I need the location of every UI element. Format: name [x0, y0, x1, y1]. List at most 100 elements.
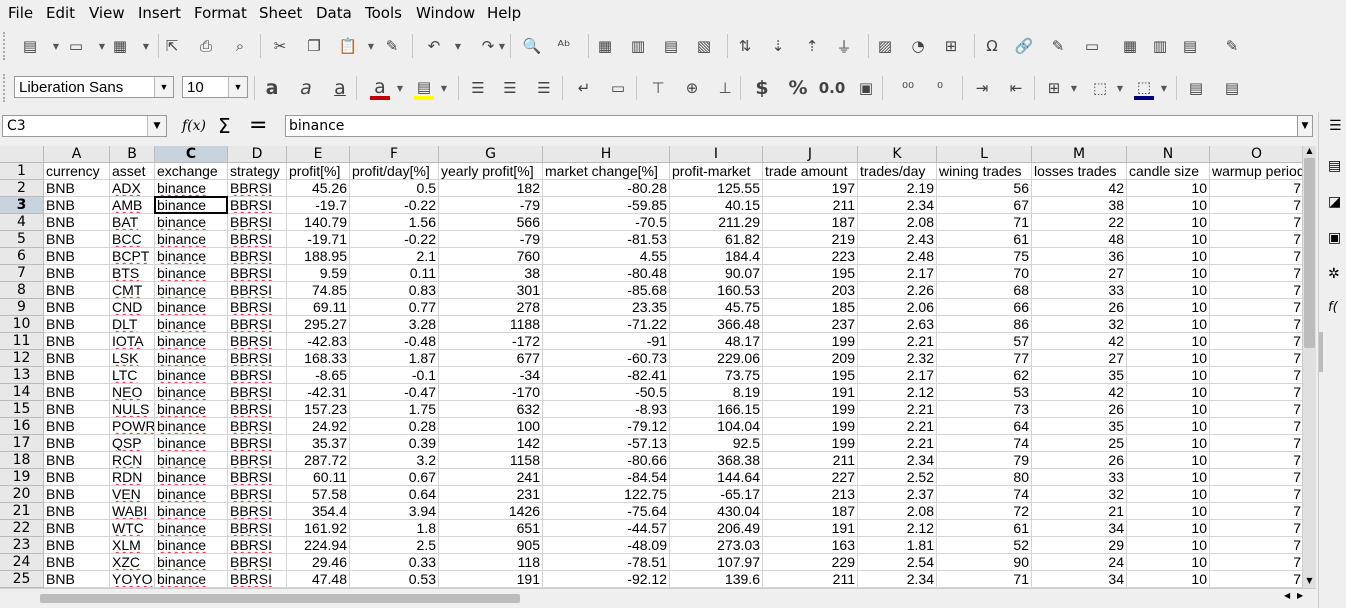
table-cell[interactable]: -79.12 [543, 418, 670, 435]
table-cell[interactable]: BNB [44, 469, 110, 486]
table-cell[interactable]: 219 [763, 231, 858, 248]
table-cell[interactable]: 10 [1127, 384, 1210, 401]
table-cell[interactable]: 2.08 [858, 214, 937, 231]
table-cell[interactable]: 368.38 [670, 452, 763, 469]
table-cell[interactable]: -92.12 [543, 571, 670, 588]
table-cell[interactable]: 56 [937, 180, 1032, 197]
table-cell[interactable]: 7 [1210, 231, 1302, 248]
table-cell[interactable]: 2.34 [858, 197, 937, 214]
table-cell[interactable]: 632 [439, 401, 543, 418]
table-cell[interactable]: BBRSI [228, 401, 287, 418]
table-cell[interactable]: BBRSI [228, 486, 287, 503]
table-cell[interactable]: BBRSI [228, 418, 287, 435]
table-cell[interactable]: 29.46 [287, 554, 350, 571]
table-cell[interactable]: -42.83 [287, 333, 350, 350]
table-cell[interactable]: 199 [763, 333, 858, 350]
table-cell[interactable]: -78.51 [543, 554, 670, 571]
table-cell[interactable]: -48.09 [543, 537, 670, 554]
table-cell[interactable]: 0.39 [350, 435, 439, 452]
table-cell[interactable]: 62 [937, 367, 1032, 384]
table-cell[interactable]: 53 [937, 384, 1032, 401]
table-cell[interactable]: WTC [110, 520, 155, 537]
highlight-color-icon[interactable]: ▤ [414, 78, 434, 100]
header-cell[interactable]: exchange [155, 163, 228, 180]
add-decimal-icon[interactable]: ⁰⁰ [898, 78, 918, 98]
highlight-chevron-down-icon[interactable]: ▼ [440, 78, 448, 98]
table-cell[interactable]: -81.53 [543, 231, 670, 248]
table-cell[interactable]: 27 [1032, 350, 1127, 367]
table-cell[interactable]: 22 [1032, 214, 1127, 231]
table-cell[interactable]: 7 [1210, 214, 1302, 231]
row-header[interactable]: 19 [0, 469, 44, 486]
table-cell[interactable]: 10 [1127, 435, 1210, 452]
table-cell[interactable]: -0.48 [350, 333, 439, 350]
table-cell[interactable]: 48.17 [670, 333, 763, 350]
table-cell[interactable]: CND [110, 299, 155, 316]
table-cell[interactable]: 10 [1127, 180, 1210, 197]
table-cell[interactable]: 760 [439, 248, 543, 265]
column-header-o[interactable]: O [1210, 146, 1302, 163]
table-cell[interactable]: BNB [44, 299, 110, 316]
header-cell[interactable]: profit[%] [287, 163, 350, 180]
table-cell[interactable]: binance [155, 520, 228, 537]
row-header[interactable]: 4 [0, 214, 44, 231]
table-cell[interactable]: 2.52 [858, 469, 937, 486]
column-icon[interactable]: ▥ [628, 36, 648, 56]
table-cell[interactable]: 33 [1032, 282, 1127, 299]
table-cell[interactable]: 61 [937, 231, 1032, 248]
table-cell[interactable]: 7 [1210, 282, 1302, 299]
horizontal-scrollbar[interactable]: ◀ ▶ [0, 588, 1316, 608]
table-cell[interactable]: 42 [1032, 333, 1127, 350]
row-header[interactable]: 6 [0, 248, 44, 265]
table-cell[interactable]: -44.57 [543, 520, 670, 537]
header-cell[interactable]: yearly profit[%] [439, 163, 543, 180]
table-cell[interactable]: 36 [1032, 248, 1127, 265]
show-draw-functions-icon[interactable]: ✎ [1222, 36, 1242, 56]
table-cell[interactable]: 7 [1210, 265, 1302, 282]
navigator-icon[interactable]: ✲ [1328, 266, 1340, 282]
table-cell[interactable]: 366.48 [670, 316, 763, 333]
table-cell[interactable]: -80.66 [543, 452, 670, 469]
table-cell[interactable]: 10 [1127, 418, 1210, 435]
table-cell[interactable]: 7 [1210, 248, 1302, 265]
table-cell[interactable]: BNB [44, 265, 110, 282]
table-cell[interactable]: 211 [763, 452, 858, 469]
table-cell[interactable]: BBRSI [228, 452, 287, 469]
table-cell[interactable]: 86 [937, 316, 1032, 333]
header-cell[interactable]: profit-market [670, 163, 763, 180]
table-cell[interactable]: 224.94 [287, 537, 350, 554]
table-cell[interactable]: 161.92 [287, 520, 350, 537]
table-cell[interactable]: 182 [439, 180, 543, 197]
column-header-j[interactable]: J [763, 146, 858, 163]
table-cell[interactable]: -60.73 [543, 350, 670, 367]
table-cell[interactable]: 67 [937, 197, 1032, 214]
table-cell[interactable]: binance [155, 180, 228, 197]
table-cell[interactable]: 206.49 [670, 520, 763, 537]
table-cell[interactable]: 7 [1210, 350, 1302, 367]
table-cell[interactable]: 10 [1127, 571, 1210, 588]
table-cell[interactable]: 90.07 [670, 265, 763, 282]
table-cell[interactable]: 10 [1127, 282, 1210, 299]
table-cell[interactable]: BBRSI [228, 537, 287, 554]
table-cell[interactable]: 2.54 [858, 554, 937, 571]
table-cell[interactable]: 1.8 [350, 520, 439, 537]
table-cell[interactable]: -50.5 [543, 384, 670, 401]
column-header-n[interactable]: N [1127, 146, 1210, 163]
font-color-icon[interactable]: a [370, 76, 390, 100]
table-cell[interactable]: 34 [1032, 520, 1127, 537]
table-cell[interactable]: binance [155, 265, 228, 282]
table-cell[interactable]: binance [155, 401, 228, 418]
table-cell[interactable]: BNB [44, 282, 110, 299]
paste-icon[interactable]: 📋 [338, 36, 358, 56]
table-cell[interactable]: 26 [1032, 452, 1127, 469]
table-cell[interactable]: 35 [1032, 418, 1127, 435]
row-header[interactable]: 20 [0, 486, 44, 503]
font-size-box[interactable]: 10 ▼ [182, 76, 248, 98]
table-cell[interactable]: 7 [1210, 401, 1302, 418]
table-cell[interactable]: 199 [763, 435, 858, 452]
table-cell[interactable]: 7 [1210, 469, 1302, 486]
table-cell[interactable]: binance [155, 554, 228, 571]
table-cell[interactable]: 74 [937, 435, 1032, 452]
table-cell[interactable]: -84.54 [543, 469, 670, 486]
table-cell[interactable]: 10 [1127, 367, 1210, 384]
